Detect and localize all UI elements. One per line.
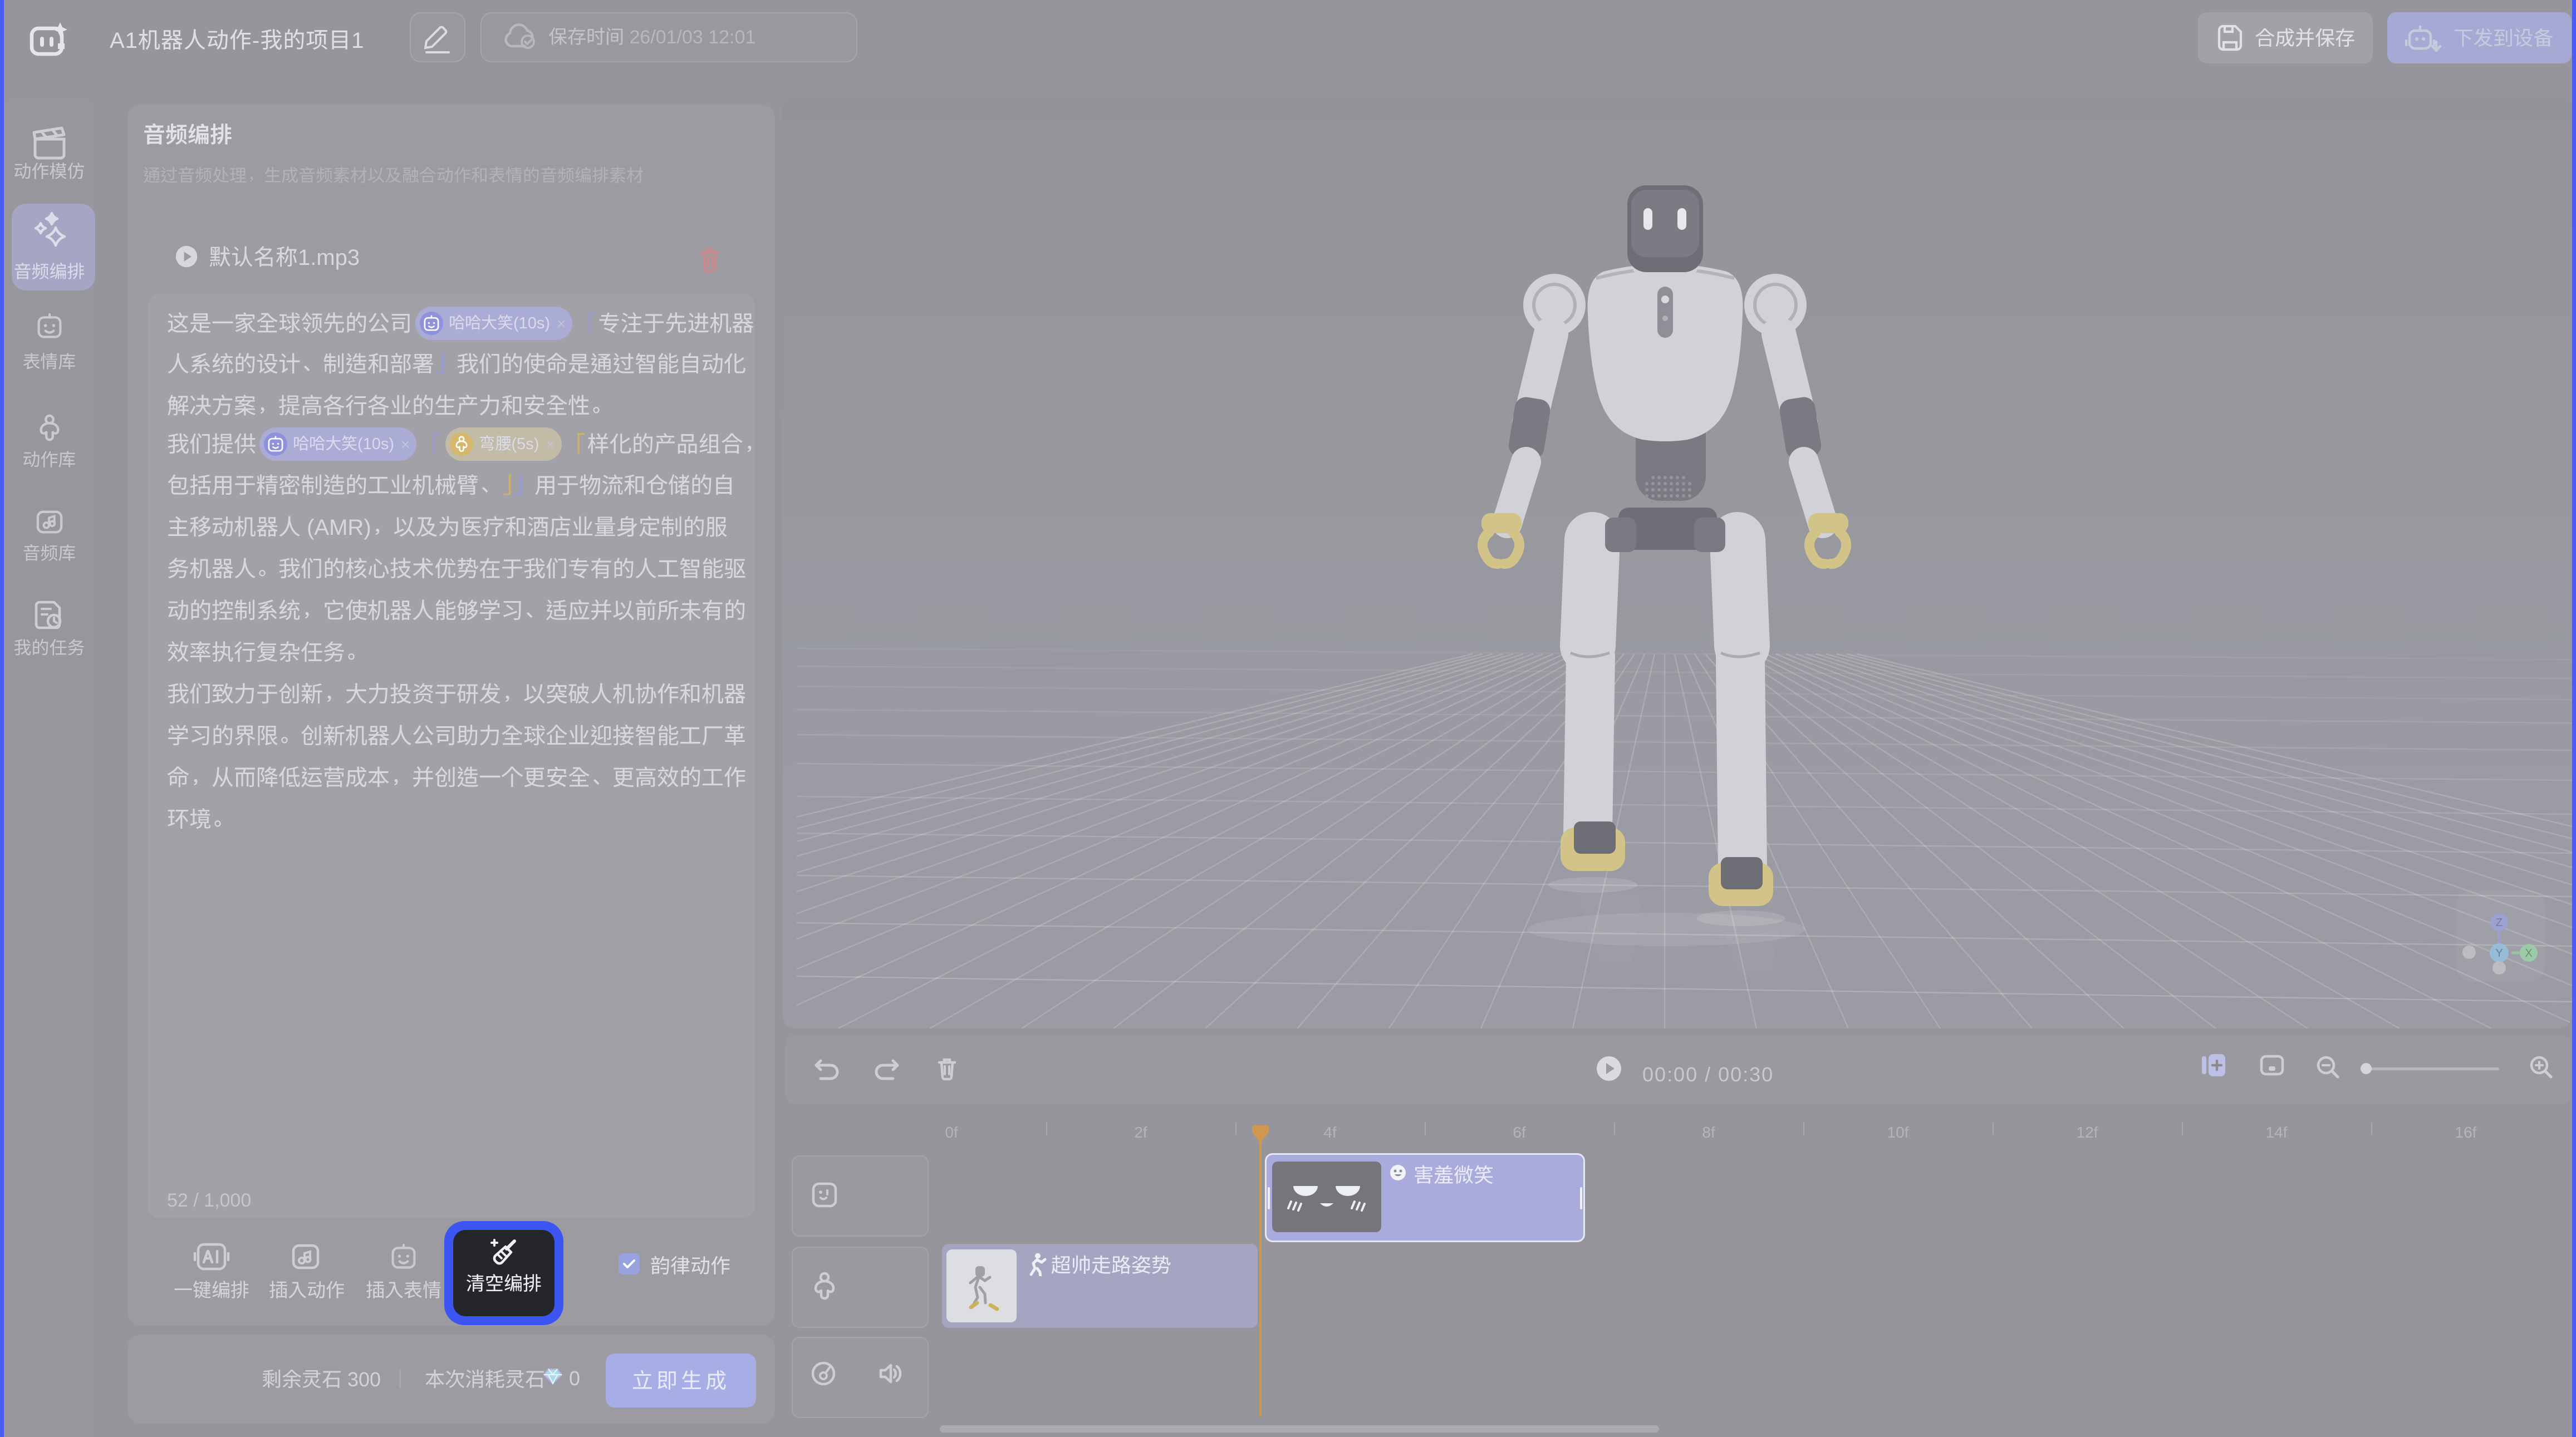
svg-text:Y: Y <box>2495 947 2503 959</box>
svg-text:Z: Z <box>2496 917 2503 929</box>
svg-text:X: X <box>2525 947 2532 959</box>
